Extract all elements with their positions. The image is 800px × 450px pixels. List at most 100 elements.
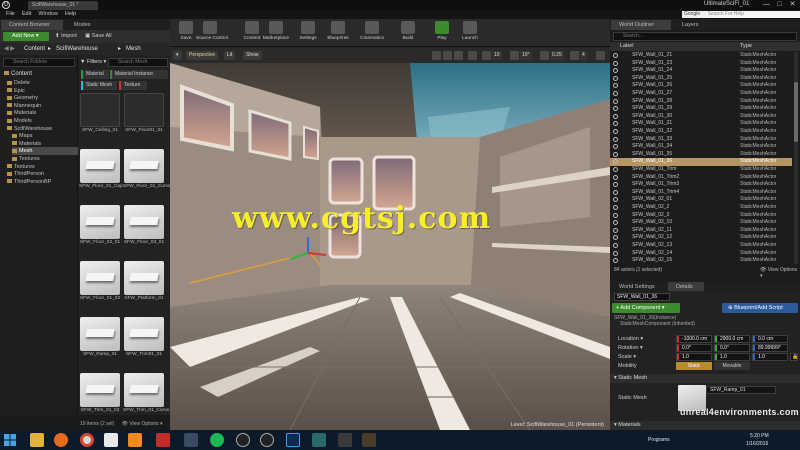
visibility-eye-icon[interactable] bbox=[613, 159, 618, 165]
outliner-row[interactable]: SFW_Wall_01_30 StaticMeshActor bbox=[610, 113, 792, 121]
visibility-eye-icon[interactable] bbox=[613, 75, 618, 81]
outliner-row[interactable]: SFW_Wall_01_21 StaticMeshActor bbox=[610, 52, 792, 60]
mobility-movable-button[interactable]: Movable bbox=[714, 362, 750, 370]
chrome-icon[interactable] bbox=[80, 433, 94, 447]
outliner-row[interactable]: SFW_Wall_01_Trim4 StaticMeshActor bbox=[610, 189, 792, 197]
outliner-row[interactable]: SFW_Wall_01_Trim2 StaticMeshActor bbox=[610, 174, 792, 182]
outliner-row[interactable]: SFW_Wall_02_11 StaticMeshActor bbox=[610, 227, 792, 235]
scale-label[interactable]: Scale ▾ bbox=[618, 354, 636, 360]
visibility-eye-icon[interactable] bbox=[613, 121, 618, 127]
breadcrumb-scifiwarehouse[interactable]: ScifiWarehouse bbox=[56, 44, 98, 54]
scale-snap-icon[interactable] bbox=[540, 51, 549, 60]
grid-snap-value[interactable]: 10 bbox=[492, 51, 502, 60]
outliner-row[interactable]: SFW_Wall_02_13 StaticMeshActor bbox=[610, 242, 792, 250]
visibility-eye-icon[interactable] bbox=[613, 106, 618, 112]
visibility-eye-icon[interactable] bbox=[613, 212, 618, 218]
tab-layers[interactable]: Layers bbox=[674, 20, 714, 30]
outliner-row[interactable]: SFW_Wall_01_31 StaticMeshActor bbox=[610, 120, 792, 128]
outliner-row[interactable]: SFW_Wall_02_3 StaticMeshActor bbox=[610, 212, 792, 220]
actor-name-input[interactable]: SFW_Wall_01_36 bbox=[614, 293, 670, 301]
help-search-input[interactable]: Search For Help bbox=[705, 11, 800, 18]
asset-thumbnail[interactable] bbox=[80, 149, 120, 183]
toolbar-play-button[interactable]: Play bbox=[428, 21, 456, 46]
outliner-row[interactable]: SFW_Wall_01_28 StaticMeshActor bbox=[610, 98, 792, 106]
toolbar-launch-button[interactable]: Launch bbox=[456, 21, 484, 46]
app-red-icon[interactable] bbox=[156, 433, 170, 447]
toolbar-blueprints-button[interactable]: Blueprints bbox=[324, 21, 352, 46]
show-button[interactable]: Show bbox=[243, 51, 262, 60]
visibility-eye-icon[interactable] bbox=[613, 235, 618, 241]
visibility-eye-icon[interactable] bbox=[613, 205, 618, 210]
tab-world-outliner[interactable]: World Outliner bbox=[611, 20, 671, 30]
menu-window[interactable]: Window bbox=[38, 10, 58, 19]
filter-chip-texture[interactable]: Texture bbox=[119, 81, 147, 90]
perspective-button[interactable]: Perspective bbox=[186, 51, 219, 60]
outliner-row[interactable]: SFW_Wall_01_Trim StaticMeshActor bbox=[610, 166, 792, 174]
grid-snap-icon[interactable] bbox=[482, 51, 491, 60]
maximize-button[interactable]: □ bbox=[774, 0, 785, 9]
visibility-eye-icon[interactable] bbox=[613, 91, 618, 96]
level-viewport[interactable]: ▾ Perspective Lit Show 10 10° 0.25 4 www… bbox=[170, 47, 610, 430]
app-brown-icon[interactable] bbox=[362, 433, 376, 447]
scale-x-field[interactable]: 1.0 bbox=[676, 353, 712, 361]
add-component-button[interactable]: + Add Component ▾ bbox=[612, 303, 680, 313]
windows-start-icon[interactable] bbox=[3, 433, 17, 447]
visibility-eye-icon[interactable] bbox=[613, 250, 618, 256]
outliner-row[interactable]: SFW_Wall_02_12 StaticMeshActor bbox=[610, 234, 792, 242]
filter-chip-material[interactable]: Material bbox=[81, 70, 109, 79]
camera-speed-value[interactable]: 4 bbox=[580, 51, 587, 60]
outliner-row[interactable]: SFW_Wall_01_36 StaticMeshActor bbox=[610, 158, 792, 166]
firefox-icon[interactable] bbox=[54, 433, 68, 447]
scrollbar-thumb[interactable] bbox=[794, 82, 798, 142]
visibility-eye-icon[interactable] bbox=[613, 174, 618, 180]
menu-help[interactable]: Help bbox=[65, 10, 76, 19]
translate-icon[interactable] bbox=[432, 51, 441, 60]
blueprint-add-script-button[interactable]: ⊕ Blueprint/Add Script bbox=[722, 303, 798, 313]
visibility-eye-icon[interactable] bbox=[613, 167, 618, 172]
asset-thumbnail[interactable] bbox=[80, 261, 120, 295]
asset-thumbnail[interactable] bbox=[124, 93, 164, 127]
spotify-icon[interactable] bbox=[210, 433, 224, 447]
location-z-field[interactable]: 0.0 cm bbox=[752, 335, 788, 343]
asset-thumbnail[interactable] bbox=[124, 205, 164, 239]
visibility-eye-icon[interactable] bbox=[613, 113, 618, 119]
outliner-row[interactable]: SFW_Wall_01_27 StaticMeshActor bbox=[610, 90, 792, 98]
outliner-row[interactable]: SFW_Wall_02_10 StaticMeshActor bbox=[610, 219, 792, 227]
rotation-snap-value[interactable]: 10° bbox=[520, 51, 532, 60]
lit-button[interactable]: Lit bbox=[224, 51, 236, 60]
toolbar-build-button[interactable]: Build bbox=[394, 21, 422, 46]
level-document-tab[interactable]: ScifiWarehouse_01 * bbox=[28, 1, 98, 10]
programs-toolbar[interactable]: Programs bbox=[648, 437, 670, 443]
visibility-eye-icon[interactable] bbox=[613, 83, 618, 89]
visibility-eye-icon[interactable] bbox=[613, 144, 618, 150]
filter-chip-material-instance[interactable]: Material Instance bbox=[110, 70, 168, 79]
outliner-row[interactable]: SFW_Wall_01_35 StaticMeshActor bbox=[610, 151, 792, 159]
column-type[interactable]: Type bbox=[740, 42, 752, 51]
app-icon[interactable] bbox=[104, 433, 118, 447]
toolbar-source-control-button[interactable]: Source Control bbox=[196, 21, 228, 46]
maximize-viewport-icon[interactable] bbox=[596, 51, 605, 60]
viewport-options-button[interactable]: ▾ bbox=[173, 51, 182, 60]
outliner-row[interactable]: SFW_Wall_01_Trim3 StaticMeshActor bbox=[610, 181, 792, 189]
outliner-scrollbar[interactable] bbox=[794, 52, 798, 264]
outliner-row[interactable]: SFW_Wall_01_29 StaticMeshActor bbox=[610, 105, 792, 113]
outliner-row[interactable]: SFW_Wall_01_32 StaticMeshActor bbox=[610, 128, 792, 136]
outliner-row[interactable]: SFW_Wall_01_34 StaticMeshActor bbox=[610, 143, 792, 151]
search-mesh-input[interactable]: Search Mesh bbox=[108, 58, 168, 67]
tab-modes[interactable]: Modes bbox=[66, 20, 106, 30]
component-static-mesh[interactable]: StaticMeshComponent (Inherited) bbox=[614, 321, 695, 327]
outliner-row[interactable]: SFW_Wall_01_23 StaticMeshActor bbox=[610, 60, 792, 68]
asset-thumbnail[interactable] bbox=[124, 317, 164, 351]
asset-thumbnail[interactable] bbox=[124, 373, 164, 407]
asset-thumbnail[interactable] bbox=[80, 373, 120, 407]
scale-icon[interactable] bbox=[454, 51, 463, 60]
outliner-view-options-button[interactable]: 👁 View Options ▾ bbox=[760, 267, 800, 279]
maya-icon[interactable] bbox=[312, 433, 326, 447]
visibility-eye-icon[interactable] bbox=[613, 189, 618, 195]
asset-thumbnail[interactable] bbox=[124, 149, 164, 183]
materials-section-header[interactable]: ▾ Materials bbox=[610, 421, 800, 430]
visibility-eye-icon[interactable] bbox=[613, 197, 618, 203]
static-mesh-picker[interactable]: SFW_Ramp_01 bbox=[706, 386, 776, 394]
folder-item[interactable]: ThirdPersonBP bbox=[7, 178, 78, 186]
rotate-icon[interactable] bbox=[443, 51, 452, 60]
